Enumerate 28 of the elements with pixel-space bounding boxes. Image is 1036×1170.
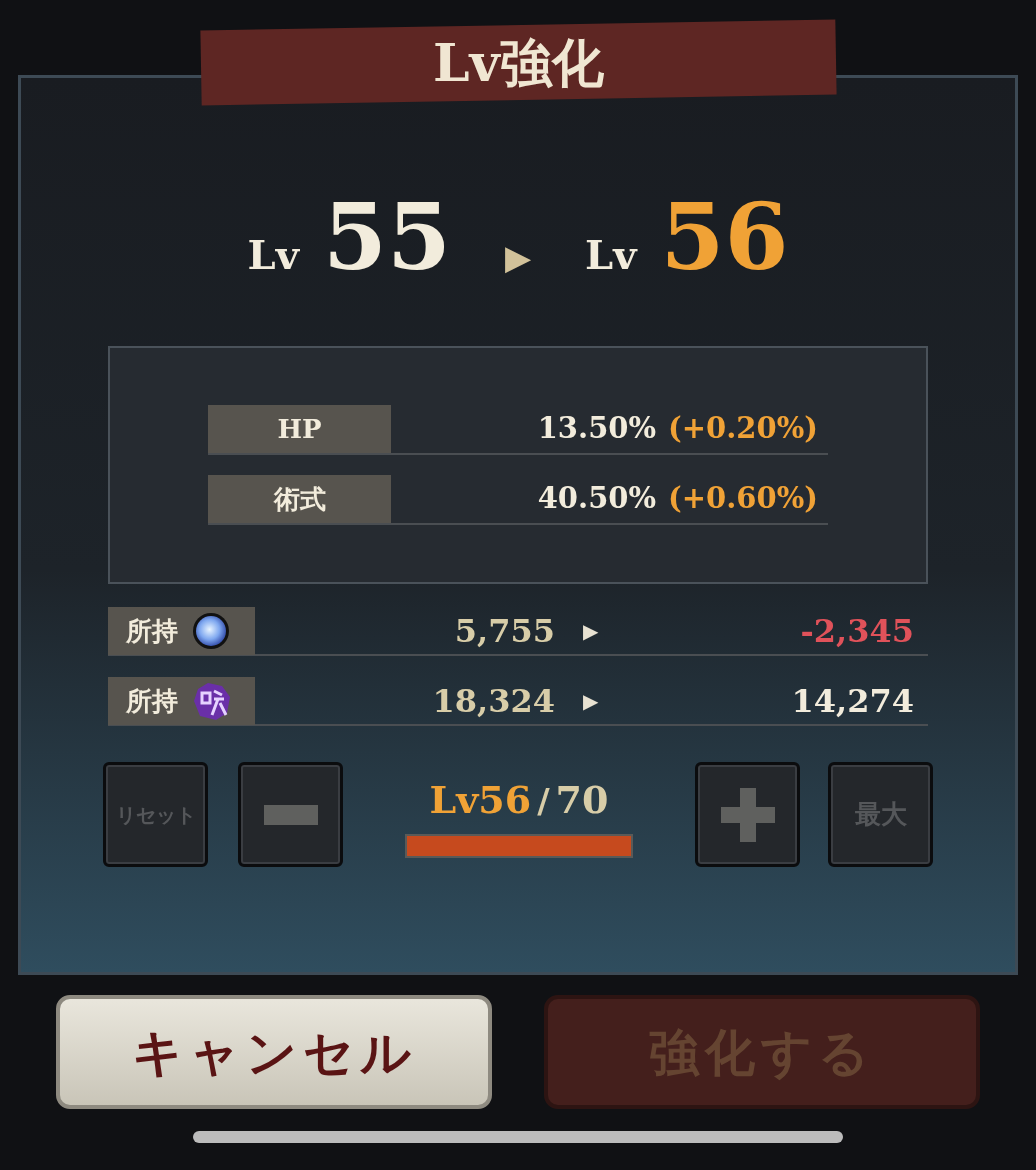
level-prefix: Lv (585, 230, 637, 280)
level-prefix: Lv (247, 230, 299, 280)
dialog-title: Lv強化 (432, 30, 604, 95)
stat-value: 13.50% (537, 410, 657, 448)
cancel-button[interactable]: キャンセル (56, 995, 492, 1109)
seal-icon (192, 681, 232, 721)
level-separator: / (537, 780, 550, 823)
stat-bonus: (+0.20%) (668, 410, 818, 448)
minus-icon (263, 804, 318, 825)
stat-bonus: (+0.60%) (668, 480, 818, 518)
level-progress-label: Lv56 (429, 776, 532, 824)
stat-label: 術式 (208, 475, 391, 523)
stat-label: HP (208, 405, 391, 453)
next-level: 56 (660, 182, 789, 293)
max-level: 70 (555, 776, 609, 824)
resource-after: 14,274 (790, 681, 915, 722)
resource-label-text: 所持 (126, 614, 178, 648)
arrow-icon: ▶ (583, 616, 599, 646)
arrow-icon: ▶ (583, 686, 599, 716)
plus-icon (720, 787, 775, 842)
stat-value: 40.50% (537, 480, 657, 518)
current-level: 55 (322, 182, 451, 293)
resource-current: 5,755 (453, 611, 555, 652)
arrow-icon: ▶ (504, 232, 532, 283)
orb-icon (192, 612, 230, 650)
resource-current: 18,324 (431, 681, 555, 722)
resource-after: -2,345 (799, 611, 915, 652)
resource-label-text: 所持 (126, 684, 178, 718)
